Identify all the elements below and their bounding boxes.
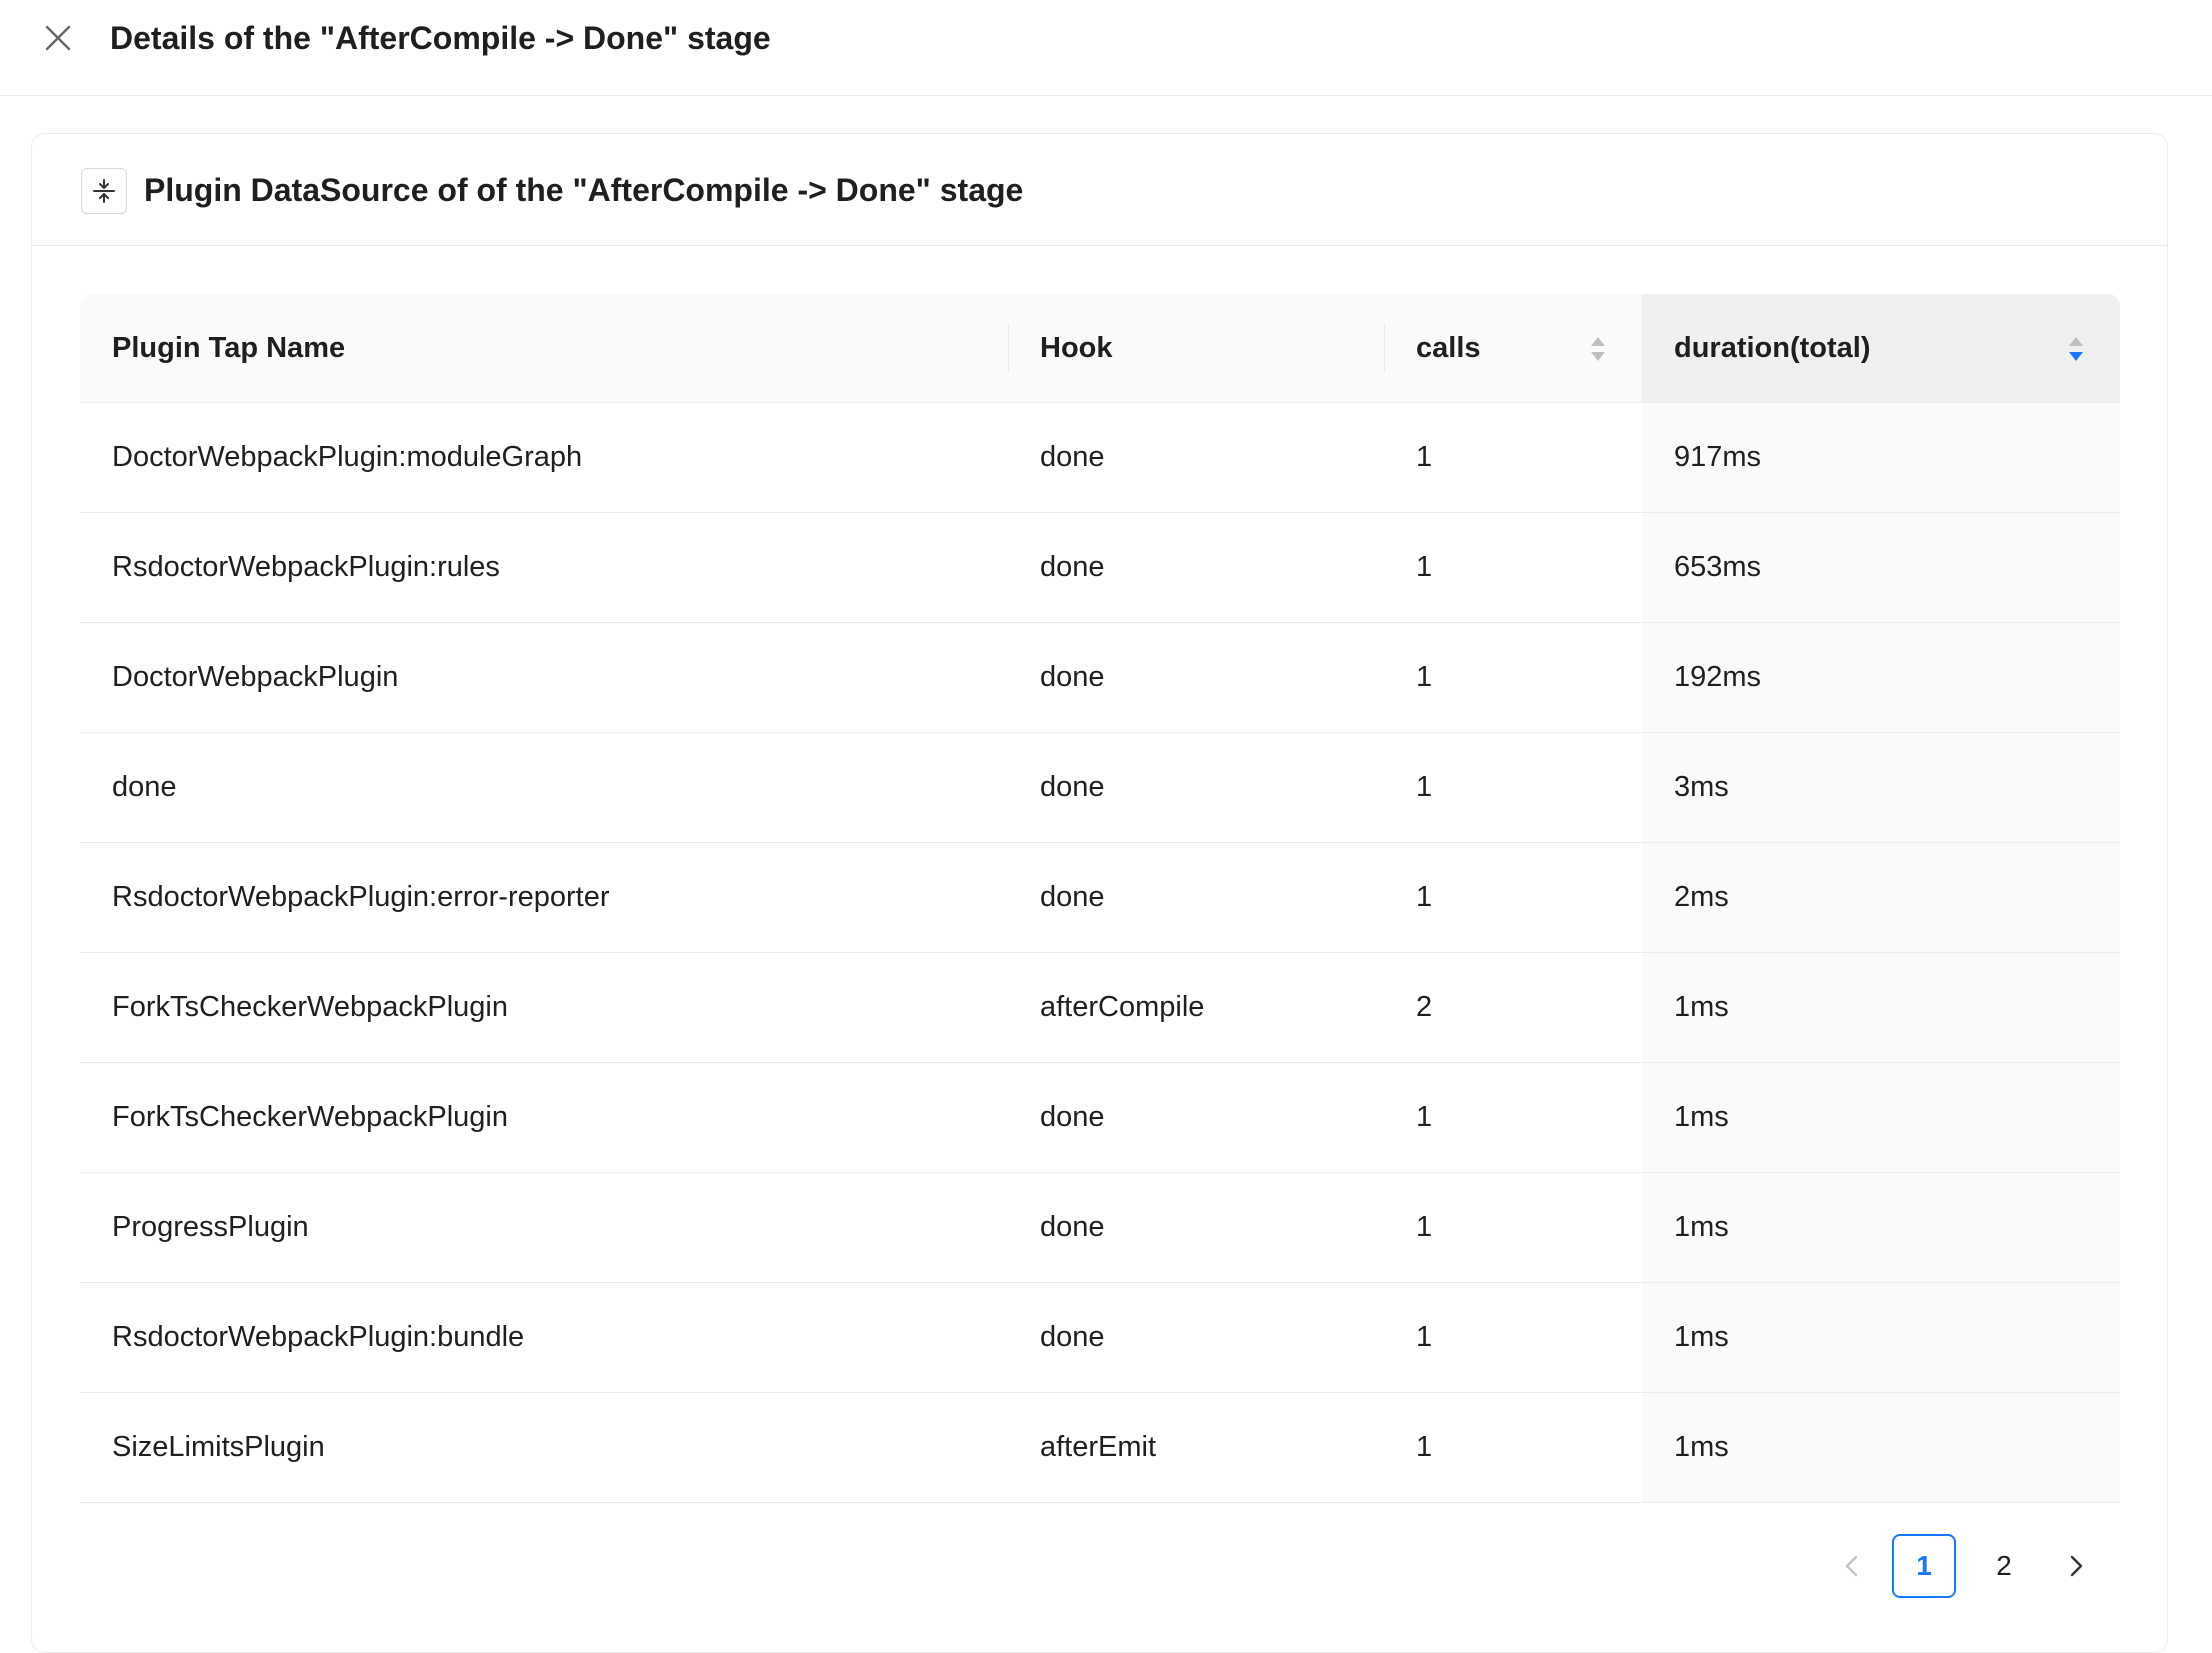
hook-cell: afterCompile [1040, 991, 1205, 1023]
plugin-name-cell: DoctorWebpackPlugin:moduleGraph [112, 441, 583, 473]
calls-cell: 1 [1416, 1211, 1433, 1243]
column-label: Plugin Tap Name [112, 331, 346, 364]
calls-cell: 1 [1416, 551, 1433, 583]
plugin-name-cell: RsdoctorWebpackPlugin:error-reporter [112, 881, 610, 913]
table-body: DoctorWebpackPlugin:moduleGraph done 1 9… [80, 403, 2120, 1503]
column-header-plugin-tap-name: Plugin Tap Name [80, 294, 1008, 402]
sort-icon[interactable] [1588, 334, 1608, 364]
close-icon [45, 25, 71, 51]
collapse-button[interactable] [81, 168, 127, 214]
hook-cell: done [1040, 771, 1105, 803]
duration-cell: 1ms [1642, 1173, 2120, 1282]
column-header-hook: Hook [1008, 294, 1384, 402]
duration-cell: 1ms [1642, 1063, 2120, 1172]
plugin-name-cell: DoctorWebpackPlugin [112, 661, 399, 693]
calls-cell: 1 [1416, 1321, 1433, 1353]
hook-cell: done [1040, 551, 1105, 583]
duration-cell: 1ms [1642, 1393, 2120, 1502]
drawer-title: Details of the "AfterCompile -> Done" st… [110, 20, 771, 56]
card-header: Plugin DataSource of of the "AfterCompil… [32, 134, 2167, 246]
sort-descending-icon[interactable] [2066, 334, 2086, 364]
hook-cell: done [1040, 1321, 1105, 1353]
duration-cell: 3ms [1642, 733, 2120, 842]
plugin-datasource-card: Plugin DataSource of of the "AfterCompil… [31, 133, 2168, 1653]
calls-cell: 1 [1416, 1101, 1433, 1133]
duration-cell: 192ms [1642, 623, 2120, 732]
hook-cell: done [1040, 441, 1105, 473]
calls-cell: 1 [1416, 881, 1433, 913]
hook-cell: done [1040, 881, 1105, 913]
table-row: RsdoctorWebpackPlugin:bundle done 1 1ms [80, 1283, 2120, 1393]
plugin-table: Plugin Tap Name Hook calls duration(tota… [80, 294, 2120, 1503]
column-header-duration-total[interactable]: duration(total) [1642, 294, 2120, 402]
hook-cell: afterEmit [1040, 1431, 1157, 1463]
calls-cell: 1 [1416, 661, 1433, 693]
column-header-calls[interactable]: calls [1384, 294, 1642, 402]
table-header: Plugin Tap Name Hook calls duration(tota… [80, 294, 2120, 403]
column-label: calls [1416, 331, 1481, 364]
duration-cell: 2ms [1642, 843, 2120, 952]
table-row: ForkTsCheckerWebpackPlugin done 1 1ms [80, 1063, 2120, 1173]
table-row: RsdoctorWebpackPlugin:rules done 1 653ms [80, 513, 2120, 623]
table-row: SizeLimitsPlugin afterEmit 1 1ms [80, 1393, 2120, 1503]
table-row: RsdoctorWebpackPlugin:error-reporter don… [80, 843, 2120, 953]
table-row: ProgressPlugin done 1 1ms [80, 1173, 2120, 1283]
table-row: done done 1 3ms [80, 733, 2120, 843]
duration-cell: 1ms [1642, 953, 2120, 1062]
duration-cell: 917ms [1642, 403, 2120, 512]
table-row: DoctorWebpackPlugin done 1 192ms [80, 623, 2120, 733]
table-row: DoctorWebpackPlugin:moduleGraph done 1 9… [80, 403, 2120, 513]
duration-cell: 653ms [1642, 513, 2120, 622]
plugin-name-cell: ProgressPlugin [112, 1211, 309, 1243]
calls-cell: 1 [1416, 771, 1433, 803]
page-1-button[interactable]: 1 [1892, 1534, 1956, 1598]
card-title: Plugin DataSource of of the "AfterCompil… [144, 172, 1024, 208]
plugin-name-cell: RsdoctorWebpackPlugin:rules [112, 551, 500, 583]
hook-cell: done [1040, 1211, 1105, 1243]
hook-cell: done [1040, 1101, 1105, 1133]
plugin-name-cell: ForkTsCheckerWebpackPlugin [112, 1101, 508, 1133]
column-label: duration(total) [1674, 331, 1871, 364]
plugin-name-cell: RsdoctorWebpackPlugin:bundle [112, 1321, 525, 1353]
chevron-left-icon [1845, 1555, 1858, 1577]
calls-cell: 2 [1416, 991, 1433, 1023]
previous-page-button[interactable] [1820, 1534, 1884, 1598]
page-2-button[interactable]: 2 [1972, 1534, 2036, 1598]
collapse-icon [93, 179, 115, 203]
pagination: 1 2 [1820, 1534, 2108, 1598]
duration-cell: 1ms [1642, 1283, 2120, 1392]
plugin-name-cell: done [112, 771, 177, 803]
table-row: ForkTsCheckerWebpackPlugin afterCompile … [80, 953, 2120, 1063]
calls-cell: 1 [1416, 441, 1433, 473]
plugin-name-cell: ForkTsCheckerWebpackPlugin [112, 991, 508, 1023]
column-label: Hook [1040, 331, 1113, 364]
calls-cell: 1 [1416, 1431, 1433, 1463]
plugin-name-cell: SizeLimitsPlugin [112, 1431, 325, 1463]
next-page-button[interactable] [2044, 1534, 2108, 1598]
chevron-right-icon [2070, 1555, 2083, 1577]
close-button[interactable] [40, 20, 76, 56]
hook-cell: done [1040, 661, 1105, 693]
drawer-header: Details of the "AfterCompile -> Done" st… [0, 0, 2212, 96]
